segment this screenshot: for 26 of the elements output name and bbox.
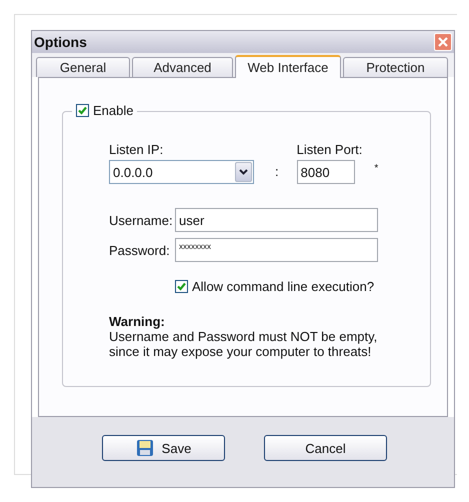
separator-colon: : (275, 164, 279, 179)
username-field[interactable]: user (175, 208, 378, 232)
cancel-button[interactable]: Cancel (264, 435, 387, 461)
tab[interactable]: Web Interface (235, 55, 341, 78)
listen-ip-dropdown[interactable]: 0.0.0.0 (109, 160, 254, 184)
close-button[interactable] (434, 33, 452, 51)
tab[interactable]: Protection (343, 57, 448, 77)
warning-text: since it may expose your computer to threats! (109, 344, 372, 359)
tab[interactable]: General (36, 57, 130, 77)
warning-title: Warning: (109, 314, 166, 329)
window-title: Options (34, 34, 87, 50)
listen-port-field[interactable]: 8080 (296, 160, 355, 184)
allow-command-label[interactable]: Allow command line execution? (192, 279, 374, 294)
password-label: Password: (109, 242, 171, 258)
enable-checkbox[interactable]: Enable (72, 103, 138, 118)
warning-text: Username and Password must NOT be empty, (109, 329, 378, 344)
save-button[interactable]: Save (102, 435, 225, 461)
username-label: Username: (109, 212, 174, 228)
listen-port-label: Listen Port: (296, 142, 362, 157)
checkbox[interactable] (175, 280, 188, 293)
password-field[interactable]: xxxxxxxx (175, 238, 378, 262)
checkbox[interactable] (76, 104, 89, 117)
close-icon (438, 37, 448, 47)
listen-ip-label: Listen IP: (109, 142, 164, 157)
tab[interactable]: Advanced (132, 57, 233, 77)
required-mark: * (374, 163, 378, 174)
